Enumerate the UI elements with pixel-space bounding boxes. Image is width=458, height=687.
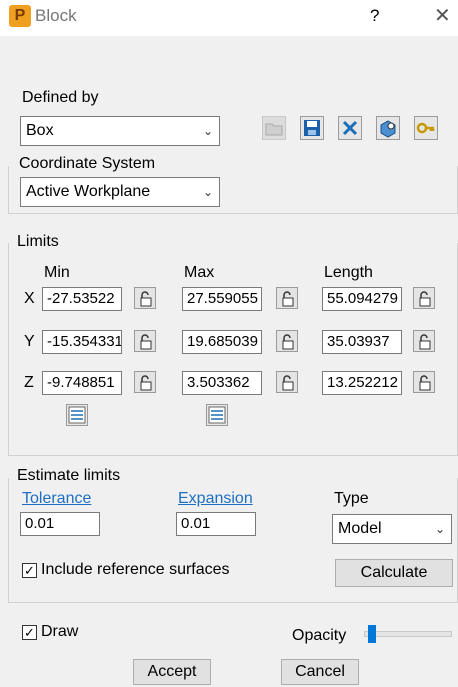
tolerance-field[interactable]: 0.01 [20, 512, 100, 536]
draw-checkbox[interactable]: ✓ [22, 625, 37, 640]
key-icon[interactable] [414, 116, 438, 140]
open-folder-icon[interactable] [262, 116, 286, 140]
y-length-lock-icon[interactable] [413, 330, 435, 352]
x-length-field[interactable]: 55.094279 [322, 287, 402, 311]
close-button[interactable]: ✕ [434, 6, 451, 26]
x-max-field[interactable]: 27.559055 [182, 287, 262, 311]
axis-label-y: Y [24, 333, 35, 350]
max-header: Max [184, 264, 215, 281]
chevron-down-icon: ⌄ [434, 522, 445, 536]
expansion-link[interactable]: Expansion [178, 490, 253, 508]
z-max-lock-icon[interactable] [276, 371, 298, 393]
x-max-lock-icon[interactable] [276, 287, 298, 309]
y-min-field[interactable]: -15.354331 [42, 330, 122, 354]
defined-by-label: Defined by [22, 89, 99, 106]
tolerance-link[interactable]: Tolerance [22, 490, 91, 508]
coordinate-system-label: Coordinate System [17, 155, 158, 173]
z-length-field[interactable]: 13.252212 [322, 371, 402, 395]
calculate-button[interactable]: Calculate [335, 559, 453, 587]
min-xyz-list-icon[interactable] [66, 404, 88, 426]
cancel-button[interactable]: Cancel [281, 659, 359, 685]
type-value: Model [338, 520, 382, 537]
draw-label: Draw [41, 623, 79, 640]
app-logo-icon: P [9, 5, 31, 27]
z-length-lock-icon[interactable] [413, 371, 435, 393]
chevron-down-icon: ⌄ [202, 185, 213, 199]
z-min-field[interactable]: -9.748851 [42, 371, 122, 395]
y-length-field[interactable]: 35.03937 [322, 330, 402, 354]
y-min-lock-icon[interactable] [134, 330, 156, 352]
expansion-field[interactable]: 0.01 [176, 512, 256, 536]
opacity-slider-track[interactable] [364, 631, 452, 637]
type-label: Type [334, 490, 369, 507]
z-min-lock-icon[interactable] [134, 371, 156, 393]
coordinate-system-value: Active Workplane [26, 183, 151, 200]
limits-label: Limits [17, 233, 59, 250]
defined-by-select[interactable]: Box ⌄ [20, 116, 220, 146]
defined-by-value: Box [26, 122, 54, 139]
x-min-field[interactable]: -27.53522 [42, 287, 122, 311]
include-reference-surfaces-label: Include reference surfaces [41, 561, 230, 578]
type-select[interactable]: Model ⌄ [332, 514, 452, 544]
chevron-down-icon: ⌄ [202, 124, 213, 138]
coordinate-system-select[interactable]: Active Workplane ⌄ [20, 177, 220, 207]
y-max-field[interactable]: 19.685039 [182, 330, 262, 354]
axis-label-x: X [24, 290, 35, 307]
opacity-label: Opacity [292, 627, 347, 644]
x-length-lock-icon[interactable] [413, 287, 435, 309]
axis-label-z: Z [24, 374, 34, 391]
help-button[interactable]: ? [370, 6, 379, 26]
y-max-lock-icon[interactable] [276, 330, 298, 352]
length-header: Length [324, 264, 373, 281]
estimate-limits-label: Estimate limits [17, 467, 121, 484]
window-title: Block [35, 6, 77, 25]
include-reference-surfaces-checkbox[interactable]: ✓ [22, 563, 37, 578]
title-bar: P Block ? ✕ [0, 0, 458, 36]
accept-button[interactable]: Accept [133, 659, 211, 685]
max-xyz-list-icon[interactable] [206, 404, 228, 426]
block-select-icon[interactable] [376, 116, 400, 140]
z-max-field[interactable]: 3.503362 [182, 371, 262, 395]
reset-icon[interactable] [338, 116, 362, 140]
x-min-lock-icon[interactable] [134, 287, 156, 309]
opacity-slider-thumb[interactable] [368, 625, 376, 643]
min-header: Min [44, 264, 70, 281]
save-icon[interactable] [300, 116, 324, 140]
